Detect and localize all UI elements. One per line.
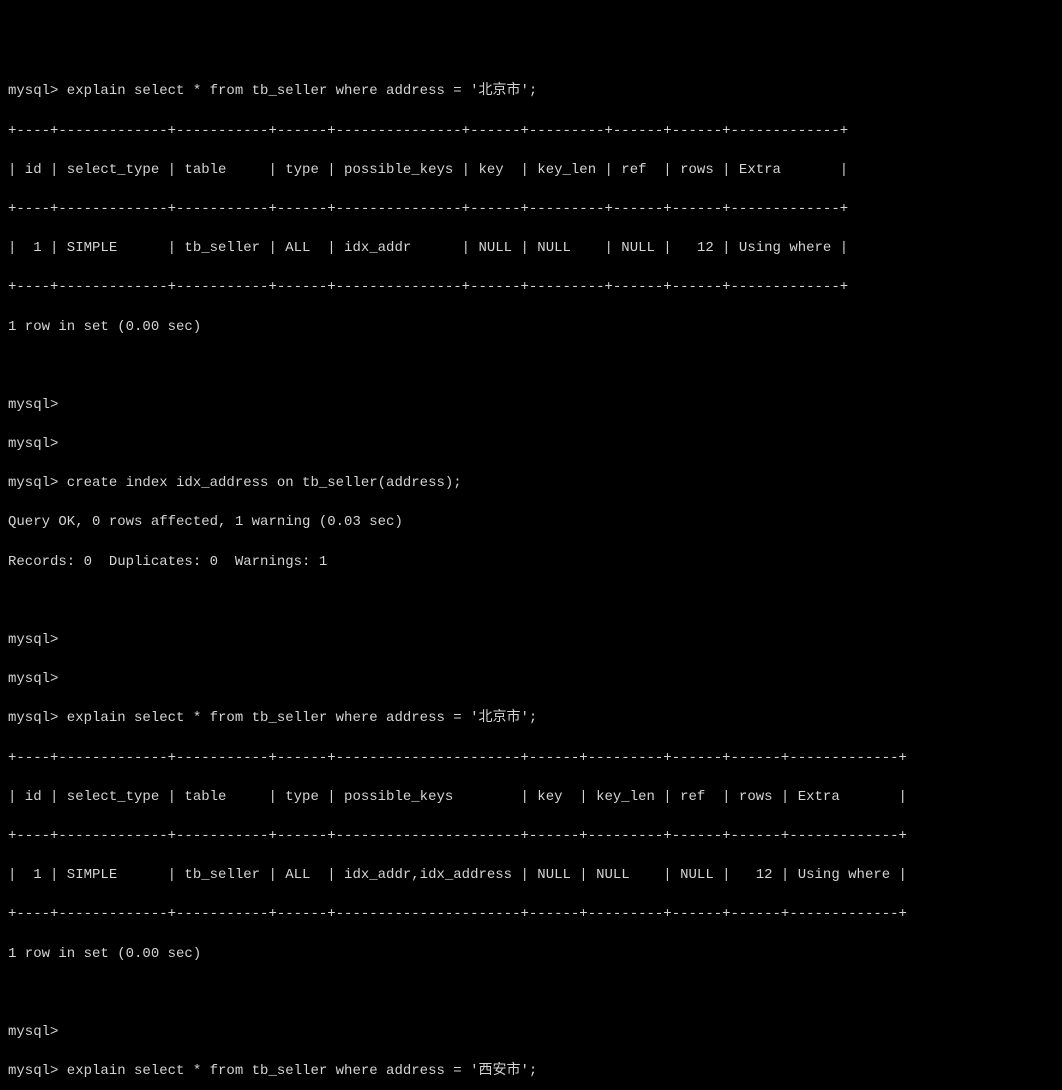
blank — [8, 592, 1054, 612]
prompt-empty-3[interactable]: mysql> — [8, 631, 1054, 651]
prompt-empty-1[interactable]: mysql> — [8, 396, 1054, 416]
create-index-result-2: Records: 0 Duplicates: 0 Warnings: 1 — [8, 553, 1054, 573]
create-index-cmd: mysql> create index idx_address on tb_se… — [8, 474, 1054, 494]
table1-border-top: +----+-------------+-----------+------+-… — [8, 122, 1054, 142]
prompt-empty-2[interactable]: mysql> — [8, 435, 1054, 455]
prompt-empty-4[interactable]: mysql> — [8, 670, 1054, 690]
table2-border-bot: +----+-------------+-----------+------+-… — [8, 905, 1054, 925]
table1-header: | id | select_type | table | type | poss… — [8, 161, 1054, 181]
table2-border-top: +----+-------------+-----------+------+-… — [8, 749, 1054, 769]
explain-cmd-3: mysql> explain select * from tb_seller w… — [8, 1062, 1054, 1082]
explain-cmd-1: mysql> explain select * from tb_seller w… — [8, 82, 1054, 102]
table1-footer: 1 row in set (0.00 sec) — [8, 318, 1054, 338]
prompt-empty-5[interactable]: mysql> — [8, 1023, 1054, 1043]
explain-cmd-2: mysql> explain select * from tb_seller w… — [8, 709, 1054, 729]
table1-border-bot: +----+-------------+-----------+------+-… — [8, 278, 1054, 298]
table2-border-mid: +----+-------------+-----------+------+-… — [8, 827, 1054, 847]
blank — [8, 984, 1054, 1004]
create-index-result-1: Query OK, 0 rows affected, 1 warning (0.… — [8, 513, 1054, 533]
blank — [8, 357, 1054, 377]
table2-header: | id | select_type | table | type | poss… — [8, 788, 1054, 808]
table1-row: | 1 | SIMPLE | tb_seller | ALL | idx_add… — [8, 239, 1054, 259]
table2-footer: 1 row in set (0.00 sec) — [8, 945, 1054, 965]
table2-row: | 1 | SIMPLE | tb_seller | ALL | idx_add… — [8, 866, 1054, 886]
table1-border-mid: +----+-------------+-----------+------+-… — [8, 200, 1054, 220]
